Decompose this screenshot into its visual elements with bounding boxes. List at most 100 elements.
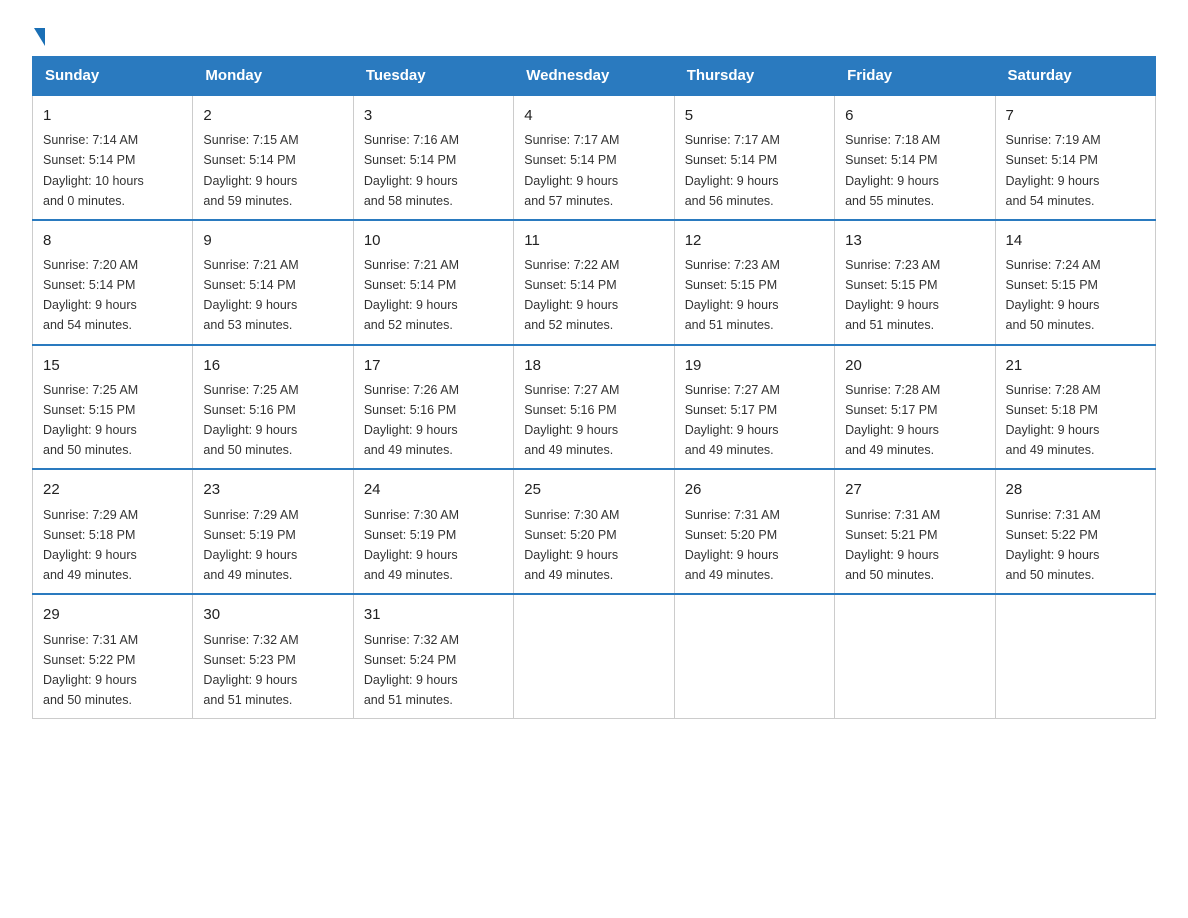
day-info: Sunrise: 7:31 AMSunset: 5:20 PMDaylight:… [685,508,780,582]
calendar-body: 1 Sunrise: 7:14 AMSunset: 5:14 PMDayligh… [33,95,1156,719]
header-cell-thursday: Thursday [674,57,834,96]
day-info: Sunrise: 7:31 AMSunset: 5:22 PMDaylight:… [43,633,138,707]
day-info: Sunrise: 7:18 AMSunset: 5:14 PMDaylight:… [845,133,940,207]
day-cell: 12 Sunrise: 7:23 AMSunset: 5:15 PMDaylig… [674,220,834,345]
day-cell: 28 Sunrise: 7:31 AMSunset: 5:22 PMDaylig… [995,469,1155,594]
day-info: Sunrise: 7:24 AMSunset: 5:15 PMDaylight:… [1006,258,1101,332]
day-number: 1 [43,104,182,127]
day-info: Sunrise: 7:31 AMSunset: 5:21 PMDaylight:… [845,508,940,582]
header-cell-friday: Friday [835,57,995,96]
logo-general [32,24,45,42]
day-cell: 10 Sunrise: 7:21 AMSunset: 5:14 PMDaylig… [353,220,513,345]
day-info: Sunrise: 7:29 AMSunset: 5:19 PMDaylight:… [203,508,298,582]
logo [32,24,45,38]
day-info: Sunrise: 7:20 AMSunset: 5:14 PMDaylight:… [43,258,138,332]
day-number: 24 [364,478,503,501]
day-info: Sunrise: 7:25 AMSunset: 5:16 PMDaylight:… [203,383,298,457]
day-cell: 22 Sunrise: 7:29 AMSunset: 5:18 PMDaylig… [33,469,193,594]
day-info: Sunrise: 7:29 AMSunset: 5:18 PMDaylight:… [43,508,138,582]
day-number: 3 [364,104,503,127]
day-cell: 14 Sunrise: 7:24 AMSunset: 5:15 PMDaylig… [995,220,1155,345]
day-number: 7 [1006,104,1145,127]
day-cell: 30 Sunrise: 7:32 AMSunset: 5:23 PMDaylig… [193,594,353,718]
day-info: Sunrise: 7:21 AMSunset: 5:14 PMDaylight:… [364,258,459,332]
day-cell: 23 Sunrise: 7:29 AMSunset: 5:19 PMDaylig… [193,469,353,594]
day-cell: 13 Sunrise: 7:23 AMSunset: 5:15 PMDaylig… [835,220,995,345]
day-cell: 24 Sunrise: 7:30 AMSunset: 5:19 PMDaylig… [353,469,513,594]
day-cell: 17 Sunrise: 7:26 AMSunset: 5:16 PMDaylig… [353,345,513,470]
day-info: Sunrise: 7:27 AMSunset: 5:17 PMDaylight:… [685,383,780,457]
day-cell: 31 Sunrise: 7:32 AMSunset: 5:24 PMDaylig… [353,594,513,718]
day-cell: 5 Sunrise: 7:17 AMSunset: 5:14 PMDayligh… [674,95,834,220]
week-row: 15 Sunrise: 7:25 AMSunset: 5:15 PMDaylig… [33,345,1156,470]
day-number: 26 [685,478,824,501]
day-cell: 15 Sunrise: 7:25 AMSunset: 5:15 PMDaylig… [33,345,193,470]
day-info: Sunrise: 7:26 AMSunset: 5:16 PMDaylight:… [364,383,459,457]
week-row: 8 Sunrise: 7:20 AMSunset: 5:14 PMDayligh… [33,220,1156,345]
day-number: 31 [364,603,503,626]
calendar-header: SundayMondayTuesdayWednesdayThursdayFrid… [33,57,1156,96]
day-number: 23 [203,478,342,501]
day-number: 5 [685,104,824,127]
header-row: SundayMondayTuesdayWednesdayThursdayFrid… [33,57,1156,96]
day-info: Sunrise: 7:30 AMSunset: 5:20 PMDaylight:… [524,508,619,582]
day-info: Sunrise: 7:28 AMSunset: 5:17 PMDaylight:… [845,383,940,457]
day-number: 9 [203,229,342,252]
day-cell: 29 Sunrise: 7:31 AMSunset: 5:22 PMDaylig… [33,594,193,718]
day-number: 2 [203,104,342,127]
day-cell [995,594,1155,718]
day-cell: 25 Sunrise: 7:30 AMSunset: 5:20 PMDaylig… [514,469,674,594]
day-number: 29 [43,603,182,626]
day-cell [514,594,674,718]
day-info: Sunrise: 7:31 AMSunset: 5:22 PMDaylight:… [1006,508,1101,582]
day-number: 14 [1006,229,1145,252]
day-number: 18 [524,354,663,377]
day-info: Sunrise: 7:23 AMSunset: 5:15 PMDaylight:… [685,258,780,332]
day-number: 8 [43,229,182,252]
day-cell: 26 Sunrise: 7:31 AMSunset: 5:20 PMDaylig… [674,469,834,594]
day-cell: 8 Sunrise: 7:20 AMSunset: 5:14 PMDayligh… [33,220,193,345]
day-cell [835,594,995,718]
week-row: 1 Sunrise: 7:14 AMSunset: 5:14 PMDayligh… [33,95,1156,220]
day-info: Sunrise: 7:21 AMSunset: 5:14 PMDaylight:… [203,258,298,332]
day-info: Sunrise: 7:14 AMSunset: 5:14 PMDaylight:… [43,133,144,207]
day-info: Sunrise: 7:16 AMSunset: 5:14 PMDaylight:… [364,133,459,207]
day-cell: 3 Sunrise: 7:16 AMSunset: 5:14 PMDayligh… [353,95,513,220]
day-info: Sunrise: 7:28 AMSunset: 5:18 PMDaylight:… [1006,383,1101,457]
day-info: Sunrise: 7:22 AMSunset: 5:14 PMDaylight:… [524,258,619,332]
day-info: Sunrise: 7:19 AMSunset: 5:14 PMDaylight:… [1006,133,1101,207]
day-number: 19 [685,354,824,377]
day-number: 13 [845,229,984,252]
day-cell: 16 Sunrise: 7:25 AMSunset: 5:16 PMDaylig… [193,345,353,470]
page-header [32,24,1156,38]
header-cell-saturday: Saturday [995,57,1155,96]
day-cell: 9 Sunrise: 7:21 AMSunset: 5:14 PMDayligh… [193,220,353,345]
week-row: 29 Sunrise: 7:31 AMSunset: 5:22 PMDaylig… [33,594,1156,718]
header-cell-sunday: Sunday [33,57,193,96]
day-info: Sunrise: 7:15 AMSunset: 5:14 PMDaylight:… [203,133,298,207]
day-number: 10 [364,229,503,252]
day-number: 30 [203,603,342,626]
day-number: 12 [685,229,824,252]
day-number: 27 [845,478,984,501]
day-cell: 19 Sunrise: 7:27 AMSunset: 5:17 PMDaylig… [674,345,834,470]
header-cell-tuesday: Tuesday [353,57,513,96]
day-number: 15 [43,354,182,377]
day-number: 6 [845,104,984,127]
day-cell: 6 Sunrise: 7:18 AMSunset: 5:14 PMDayligh… [835,95,995,220]
day-info: Sunrise: 7:32 AMSunset: 5:23 PMDaylight:… [203,633,298,707]
day-cell: 18 Sunrise: 7:27 AMSunset: 5:16 PMDaylig… [514,345,674,470]
day-info: Sunrise: 7:17 AMSunset: 5:14 PMDaylight:… [685,133,780,207]
day-cell: 7 Sunrise: 7:19 AMSunset: 5:14 PMDayligh… [995,95,1155,220]
day-cell [674,594,834,718]
day-cell: 11 Sunrise: 7:22 AMSunset: 5:14 PMDaylig… [514,220,674,345]
header-cell-monday: Monday [193,57,353,96]
day-info: Sunrise: 7:32 AMSunset: 5:24 PMDaylight:… [364,633,459,707]
logo-arrow-icon [34,28,45,46]
header-cell-wednesday: Wednesday [514,57,674,96]
day-number: 16 [203,354,342,377]
day-number: 17 [364,354,503,377]
day-number: 22 [43,478,182,501]
day-info: Sunrise: 7:25 AMSunset: 5:15 PMDaylight:… [43,383,138,457]
day-number: 28 [1006,478,1145,501]
